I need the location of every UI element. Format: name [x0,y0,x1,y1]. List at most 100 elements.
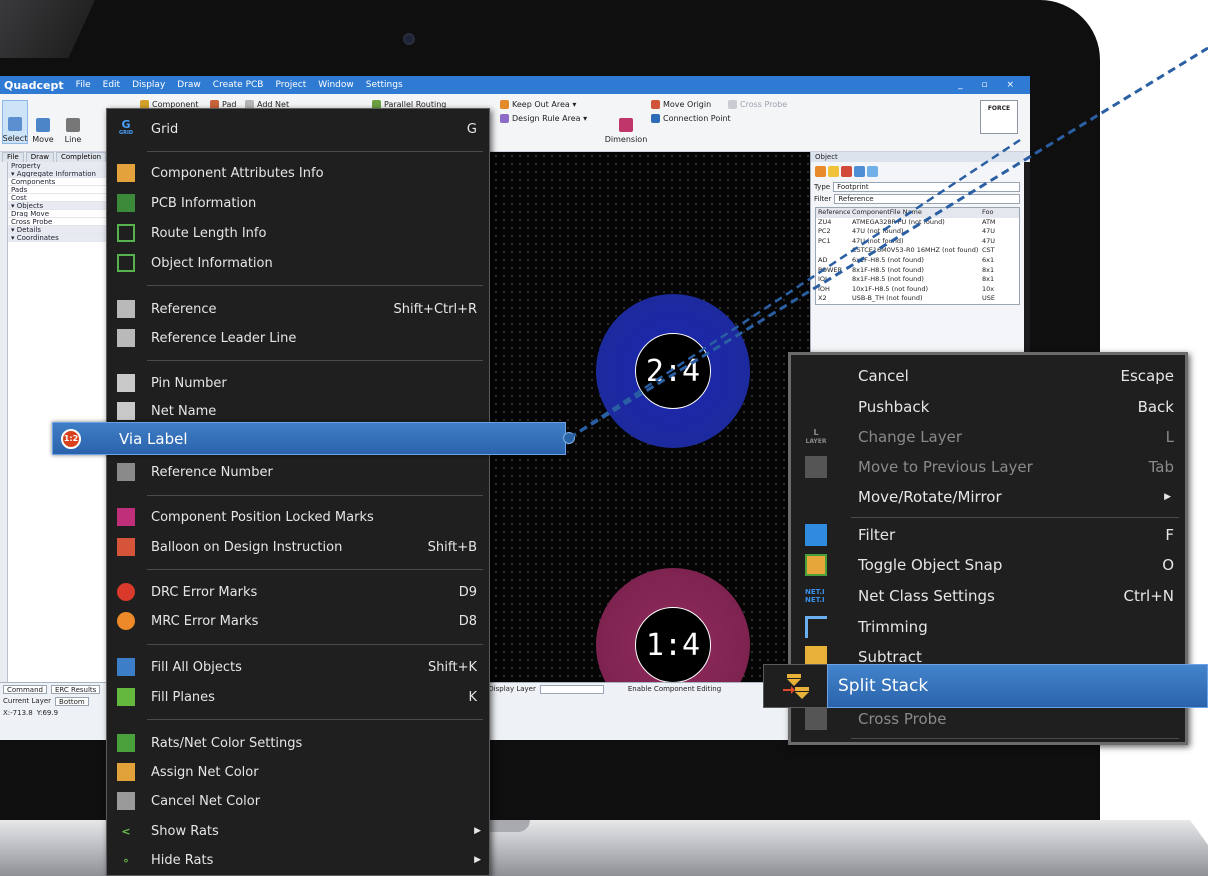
menu-item-drc-error-marks[interactable]: DRC Error Marks D9 [107,578,489,606]
filter-select[interactable]: Reference [834,194,1020,204]
menu-item-cancel[interactable]: Cancel Escape [791,361,1185,391]
menu-item-pushback[interactable]: Pushback Back [791,392,1185,422]
table-row[interactable]: AD 6x1F-H8.5 (not found) 6x1 [816,256,1019,266]
menu-item-reference[interactable]: Reference Shift+Ctrl+R [107,295,489,323]
menu-item-move-rotate-mirror[interactable]: Move/Rotate/Mirror ▶ [791,482,1185,512]
menu-item-fill-planes[interactable]: Fill Planes K [107,683,489,711]
menu-item-cross-probe[interactable]: Cross Probe [791,704,1185,734]
type-select[interactable]: Footprint [833,182,1020,192]
menu-item-change-layer[interactable]: L LAYER Change Layer L [791,422,1185,452]
menu-item-cancel-net-color[interactable]: Cancel Net Color [107,787,489,815]
pcb-information-icon [117,194,135,212]
type-row: Type Footprint [811,181,1024,193]
objects-group[interactable]: ▾ Objects [8,202,107,210]
line-button[interactable]: Line [60,100,86,144]
aggregate-information-group[interactable]: ▾ Aggregate Information [8,170,107,178]
property-panel-title: Property [8,162,107,170]
net-filter-icon[interactable] [841,166,852,177]
rats-net-color-icon [117,734,135,752]
display-layer-select[interactable] [539,684,604,694]
force-button[interactable]: FORCE [980,100,1018,134]
connection-point-button[interactable]: Connection Point [651,112,731,124]
design-rule-area-button[interactable]: Design Rule Area ▾ [500,112,587,124]
table-row[interactable]: POWER 8x1F-H8.5 (not found) 8x1 [816,266,1019,276]
menu-item-net-name[interactable]: Net Name [107,397,489,425]
menu-item-filter[interactable]: Filter F [791,520,1185,550]
tab-draw[interactable]: Draw [25,152,55,162]
view-filter-icon[interactable] [867,166,878,177]
pad-filter-icon[interactable] [815,166,826,177]
menu-item-shortcut: Escape [1120,367,1174,385]
menu-draw[interactable]: Draw [177,80,201,90]
menu-edit[interactable]: Edit [103,80,120,90]
menu-item-component-position-locked-marks[interactable]: Component Position Locked Marks [107,503,489,531]
via-top[interactable]: 2:4 [596,294,750,448]
menu-item-route-length-info[interactable]: Route Length Info [107,219,489,247]
menu-item-mrc-error-marks[interactable]: MRC Error Marks D8 [107,607,489,635]
menu-item-move-to-previous-layer[interactable]: Move to Previous Layer Tab [791,452,1185,482]
enable-component-editing-checkbox[interactable]: Enable Component Editing [628,685,721,693]
table-row[interactable]: CSTCE16M0V53-R0 16MHZ (not found) CST [816,246,1019,256]
table-row[interactable]: PC2 47U (not found) 47U [816,227,1019,237]
menu-item-reference-leader-line[interactable]: Reference Leader Line [107,324,489,352]
menu-project[interactable]: Project [275,80,306,90]
menu-item-split-stack[interactable]: Split Stack [763,664,1208,708]
menu-item-via-label[interactable]: 1:2 Via Label [52,422,566,455]
menu-item-hide-rats[interactable]: ∘ Hide Rats ▶ [107,846,489,874]
column-reference[interactable]: Reference [816,208,850,218]
cross-probe-ribbon-button[interactable]: Cross Probe [728,98,787,110]
table-row[interactable]: IOL 8x1F-H8.5 (not found) 8x1 [816,275,1019,285]
column-footprint[interactable]: Foo [980,208,1010,218]
tab-command[interactable]: Command [3,684,47,694]
menu-item-fill-all-objects[interactable]: Fill All Objects Shift+K [107,653,489,681]
dimension-icon [619,118,633,132]
menu-display[interactable]: Display [132,80,165,90]
cell: 47U [982,227,996,236]
move-button[interactable]: Move [30,100,56,144]
menu-item-net-class-settings[interactable]: NET.I NET.I Net Class Settings Ctrl+N [791,581,1185,611]
tab-erc-results[interactable]: ERC Results [50,684,101,694]
table-row[interactable]: IOH 10x1F-H8.5 (not found) 10x [816,285,1019,295]
cross-probe-icon [805,708,827,730]
table-row[interactable]: X2 USB-B_TH (not found) USE [816,294,1019,304]
select-button[interactable]: Select [2,100,28,144]
menu-item-component-attributes-info[interactable]: Component Attributes Info [107,159,489,187]
menu-item-show-rats[interactable]: < Show Rats ▶ [107,817,489,845]
move-origin-label: Move Origin [663,99,712,109]
menu-item-reference-number[interactable]: Reference Number [107,458,489,486]
filter-icon [805,524,827,546]
tab-file[interactable]: File [2,152,24,162]
details-group[interactable]: ▾ Details [8,226,107,234]
menu-item-pin-number[interactable]: Pin Number [107,369,489,397]
trimming-icon [805,616,827,638]
tab-completion[interactable]: Completion [56,152,107,162]
cell: 8x1 [982,275,995,284]
force-label: FORCE [987,105,1011,112]
current-layer-select[interactable]: Bottom [55,696,89,706]
menu-item-trimming[interactable]: Trimming [791,612,1185,642]
menu-item-label: Fill Planes [151,689,215,705]
move-origin-button[interactable]: Move Origin [651,98,711,110]
table-row[interactable]: PC1 47U (not found) 47U [816,237,1019,247]
keep-out-area-button[interactable]: Keep Out Area ▾ [500,98,576,110]
menu-file[interactable]: File [76,80,91,90]
cell: ATM [982,217,996,226]
menu-item-shortcut: G [466,121,477,137]
component-filter-icon[interactable] [828,166,839,177]
column-component-file-name[interactable]: ComponentFile Name [850,208,980,218]
dimension-button[interactable]: Dimension [605,100,647,144]
menu-window[interactable]: Window [318,80,354,90]
coordinates-group[interactable]: ▾ Coordinates [8,234,107,242]
menu-item-grid[interactable]: G GRID Grid G [107,115,489,143]
menu-item-rats-net-color-settings[interactable]: Rats/Net Color Settings [107,729,489,757]
layer-filter-icon[interactable] [854,166,865,177]
menu-item-balloon-on-design-instruction[interactable]: Balloon on Design Instruction Shift+B [107,533,489,561]
menu-item-pcb-information[interactable]: PCB Information [107,189,489,217]
menu-settings[interactable]: Settings [366,80,403,90]
menu-item-assign-net-color[interactable]: Assign Net Color [107,758,489,786]
menu-item-toggle-object-snap[interactable]: Toggle Object Snap O [791,550,1185,580]
menu-item-object-information[interactable]: Object Information [107,249,489,277]
table-row[interactable]: ZU4 ATMEGA328P-PU (not found) ATM [816,218,1019,228]
window-controls[interactable]: _ ▫ × [958,80,1022,90]
menu-create-pcb[interactable]: Create PCB [213,80,264,90]
